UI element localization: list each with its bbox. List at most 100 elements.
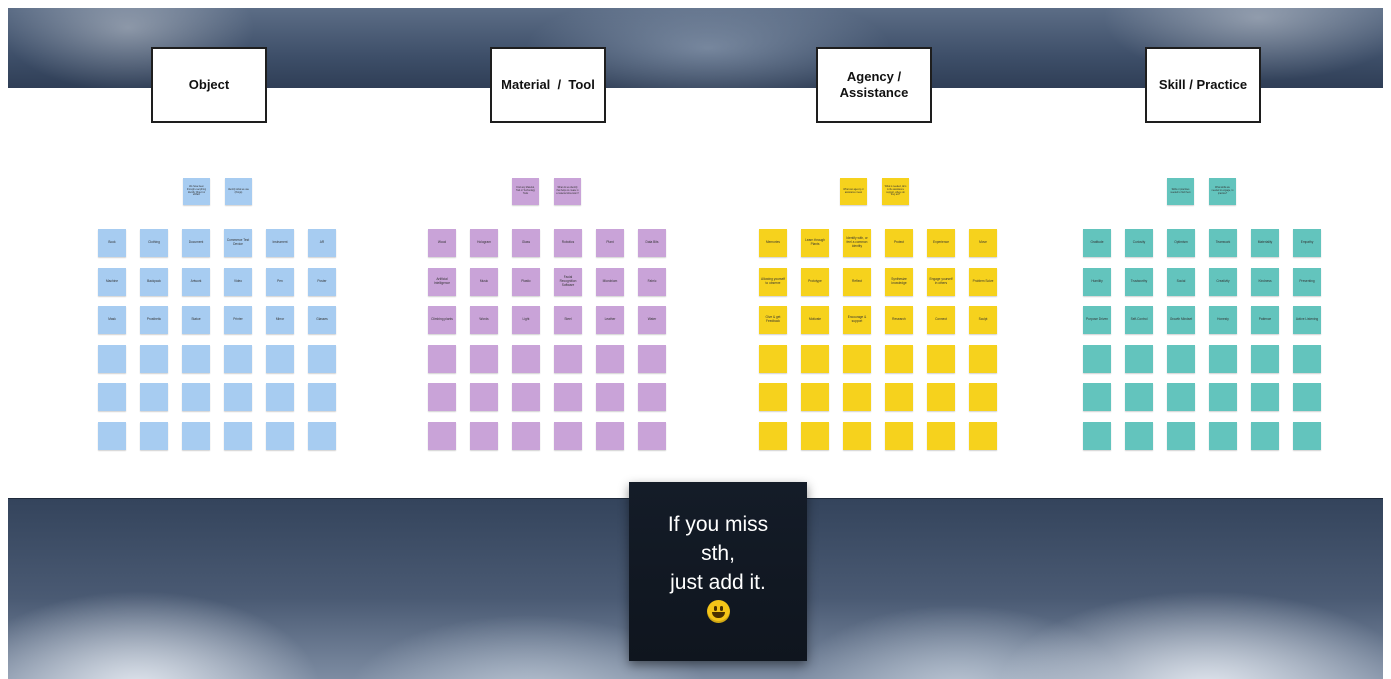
object-sticky-note[interactable]: Poster: [308, 268, 336, 296]
material-sticky-note[interactable]: Leather: [596, 306, 624, 334]
material-sticky-note[interactable]: [428, 422, 456, 450]
object-hint-note[interactable]: Identify what we use (things): [225, 178, 252, 205]
object-sticky-note[interactable]: AR: [308, 229, 336, 257]
skill-sticky-note[interactable]: Trustworthy: [1125, 268, 1153, 296]
agency-hint-note[interactable]: What is needed, who is the assistance su…: [882, 178, 909, 205]
material-sticky-note[interactable]: [428, 345, 456, 373]
skill-sticky-note[interactable]: [1251, 383, 1279, 411]
agency-sticky-note[interactable]: Memories: [759, 229, 787, 257]
object-sticky-note[interactable]: [98, 422, 126, 450]
object-sticky-note[interactable]: Mirror: [266, 306, 294, 334]
skill-sticky-note[interactable]: Empathy: [1293, 229, 1321, 257]
agency-sticky-note[interactable]: Sculpt: [969, 306, 997, 334]
material-sticky-note[interactable]: Data Bits: [638, 229, 666, 257]
skill-sticky-note[interactable]: [1293, 345, 1321, 373]
skill-sticky-note[interactable]: [1125, 345, 1153, 373]
object-sticky-note[interactable]: Book: [98, 229, 126, 257]
agency-sticky-note[interactable]: [843, 422, 871, 450]
agency-sticky-note[interactable]: Engage yourself in others: [927, 268, 955, 296]
agency-sticky-note[interactable]: [801, 383, 829, 411]
skill-sticky-note[interactable]: [1083, 383, 1111, 411]
material-sticky-note[interactable]: [428, 383, 456, 411]
skill-sticky-note[interactable]: Patience: [1251, 306, 1279, 334]
skill-sticky-note[interactable]: [1125, 422, 1153, 450]
agency-sticky-note[interactable]: Motivate: [801, 306, 829, 334]
object-sticky-note[interactable]: [182, 422, 210, 450]
skill-sticky-note[interactable]: Social: [1167, 268, 1195, 296]
material-sticky-note[interactable]: Light: [512, 306, 540, 334]
material-sticky-note[interactable]: [470, 383, 498, 411]
object-sticky-note[interactable]: [224, 422, 252, 450]
object-sticky-note[interactable]: Document: [182, 229, 210, 257]
agency-sticky-note[interactable]: Encourage & support: [843, 306, 871, 334]
material-sticky-note[interactable]: Music: [470, 268, 498, 296]
object-sticky-note[interactable]: [266, 383, 294, 411]
skill-sticky-note[interactable]: [1167, 345, 1195, 373]
material-sticky-note[interactable]: [638, 345, 666, 373]
agency-sticky-note[interactable]: [801, 345, 829, 373]
skill-sticky-note[interactable]: [1083, 345, 1111, 373]
material-sticky-note[interactable]: Climbing plants: [428, 306, 456, 334]
material-sticky-note[interactable]: Fabric: [638, 268, 666, 296]
material-sticky-note[interactable]: Hologram: [470, 229, 498, 257]
skill-sticky-note[interactable]: Self-Control: [1125, 306, 1153, 334]
agency-sticky-note[interactable]: [759, 383, 787, 411]
agency-sticky-note[interactable]: [969, 345, 997, 373]
agency-sticky-note[interactable]: [969, 383, 997, 411]
object-hint-note[interactable]: We have been through everything Identify…: [183, 178, 210, 205]
material-sticky-note[interactable]: Robotics: [554, 229, 582, 257]
material-sticky-note[interactable]: Plant: [596, 229, 624, 257]
agency-sticky-note[interactable]: Reflect: [843, 268, 871, 296]
skill-sticky-note[interactable]: [1251, 345, 1279, 373]
agency-sticky-note[interactable]: Connect: [927, 306, 955, 334]
object-sticky-note[interactable]: Printer: [224, 306, 252, 334]
skill-sticky-note[interactable]: Growth Mindset: [1167, 306, 1195, 334]
material-hint-note[interactable]: Find any Material, Tool or Technology To…: [512, 178, 539, 205]
skill-sticky-note[interactable]: [1251, 422, 1279, 450]
object-sticky-note[interactable]: Instrument: [266, 229, 294, 257]
header-skill-practice[interactable]: Skill / Practice: [1145, 47, 1261, 123]
object-sticky-note[interactable]: Mask: [98, 306, 126, 334]
object-sticky-note[interactable]: [308, 422, 336, 450]
material-sticky-note[interactable]: Artificial Intelligence: [428, 268, 456, 296]
material-sticky-note[interactable]: [554, 345, 582, 373]
object-sticky-note[interactable]: Machine: [98, 268, 126, 296]
material-sticky-note[interactable]: [512, 383, 540, 411]
object-sticky-note[interactable]: Artwork: [182, 268, 210, 296]
skill-sticky-note[interactable]: [1125, 383, 1153, 411]
skill-hint-note[interactable]: Skills or practices needed to find them: [1167, 178, 1194, 205]
material-sticky-note[interactable]: Wood: [428, 229, 456, 257]
skill-sticky-note[interactable]: Gratitude: [1083, 229, 1111, 257]
material-sticky-note[interactable]: [470, 422, 498, 450]
skill-sticky-note[interactable]: Presenting: [1293, 268, 1321, 296]
skill-sticky-note[interactable]: Teamwork: [1209, 229, 1237, 257]
skill-sticky-note[interactable]: Humility: [1083, 268, 1111, 296]
agency-sticky-note[interactable]: [969, 422, 997, 450]
material-sticky-note[interactable]: [638, 422, 666, 450]
agency-sticky-note[interactable]: Research: [885, 306, 913, 334]
object-sticky-note[interactable]: Glasses: [308, 306, 336, 334]
agency-sticky-note[interactable]: Prototype: [801, 268, 829, 296]
object-sticky-note[interactable]: [140, 422, 168, 450]
skill-sticky-note[interactable]: Kindness: [1251, 268, 1279, 296]
agency-sticky-note[interactable]: Protect: [885, 229, 913, 257]
agency-sticky-note[interactable]: [759, 345, 787, 373]
agency-sticky-note[interactable]: [843, 383, 871, 411]
material-sticky-note[interactable]: Plastic: [512, 268, 540, 296]
object-sticky-note[interactable]: [224, 383, 252, 411]
object-sticky-note[interactable]: Prosthetic: [140, 306, 168, 334]
callout-note[interactable]: If you miss sth, just add it.: [629, 482, 807, 661]
object-sticky-note[interactable]: [266, 422, 294, 450]
object-sticky-note[interactable]: Backpack: [140, 268, 168, 296]
skill-sticky-note[interactable]: Honesty: [1209, 306, 1237, 334]
header-material-tool[interactable]: Material / Tool: [490, 47, 606, 123]
skill-hint-note[interactable]: What skills are needed to engage, to pra…: [1209, 178, 1236, 205]
agency-sticky-note[interactable]: Move: [969, 229, 997, 257]
skill-sticky-note[interactable]: Optimism: [1167, 229, 1195, 257]
material-hint-note[interactable]: What do we identify that helps to create…: [554, 178, 581, 205]
material-sticky-note[interactable]: Glass: [512, 229, 540, 257]
agency-sticky-note[interactable]: Synthesize knowledge: [885, 268, 913, 296]
object-sticky-note[interactable]: [266, 345, 294, 373]
skill-sticky-note[interactable]: [1209, 422, 1237, 450]
skill-sticky-note[interactable]: [1167, 422, 1195, 450]
